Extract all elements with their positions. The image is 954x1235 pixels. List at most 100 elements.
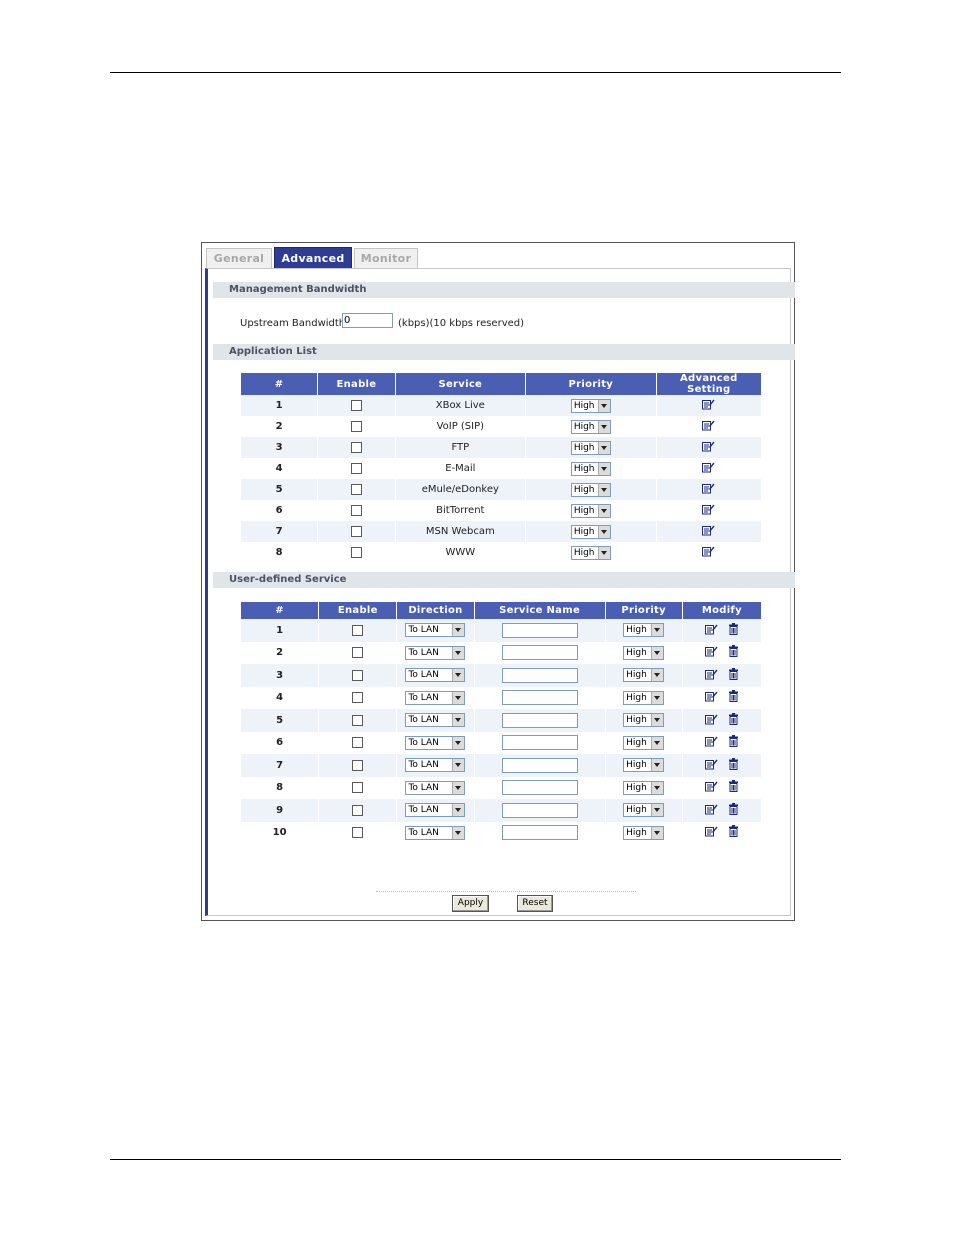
edit-icon[interactable] [702,461,715,476]
priority-select[interactable]: High [623,713,665,728]
service-name-input[interactable] [501,645,578,661]
priority-select[interactable]: High [570,461,611,476]
enable-checkbox[interactable] [350,504,362,516]
trash-icon[interactable] [728,735,739,750]
priority-select[interactable]: High [623,758,665,773]
tab-general[interactable]: General [206,248,272,268]
enable-checkbox[interactable] [350,441,362,453]
direction-select[interactable]: To LAN [405,758,466,773]
chevron-down-icon [597,546,610,559]
enable-checkbox[interactable] [352,692,364,703]
enable-checkbox[interactable] [352,827,364,838]
upstream-bandwidth-input[interactable]: 0 [342,313,393,328]
col-enable: Enable [318,373,395,395]
edit-icon[interactable] [705,825,718,840]
col-service: Service [395,373,526,395]
enable-checkbox[interactable] [352,669,364,681]
chevron-down-icon [597,525,610,538]
priority-select[interactable]: High [623,735,665,750]
service-name-input[interactable] [501,690,578,706]
edit-icon[interactable] [705,780,718,795]
enable-checkbox[interactable] [352,624,364,636]
edit-icon[interactable] [702,419,715,434]
enable-checkbox[interactable] [350,525,362,537]
priority-select[interactable]: High [570,440,611,455]
service-name: VoIP (SIP) [436,421,485,432]
direction-select[interactable]: To LAN [405,623,466,638]
priority-select[interactable]: High [570,482,611,497]
table-row: 2 To LAN High [241,641,761,664]
edit-icon[interactable] [705,735,718,750]
edit-icon[interactable] [702,398,715,413]
service-name-input[interactable] [501,735,578,751]
tab-monitor[interactable]: Monitor [354,248,418,268]
trash-icon[interactable] [728,690,739,705]
enable-checkbox[interactable] [350,483,362,495]
priority-select[interactable]: High [623,803,665,818]
enable-checkbox[interactable] [352,782,364,793]
enable-checkbox[interactable] [352,647,364,658]
chevron-down-icon [452,759,465,772]
service-name-input[interactable] [501,757,578,773]
edit-icon[interactable] [702,440,715,455]
edit-icon[interactable] [705,645,718,660]
service-name-input[interactable] [501,780,578,796]
edit-icon[interactable] [702,524,715,539]
priority-select[interactable]: High [570,524,611,539]
priority-select[interactable]: High [623,780,665,795]
direction-select[interactable]: To LAN [405,668,466,683]
service-name-input[interactable] [501,667,578,683]
priority-select[interactable]: High [570,419,611,434]
edit-icon[interactable] [702,482,715,497]
direction-select[interactable]: To LAN [405,780,466,795]
service-name-input[interactable] [501,712,578,728]
edit-icon[interactable] [705,803,718,818]
trash-icon[interactable] [728,622,739,638]
service-name-input[interactable] [501,825,578,841]
priority-select[interactable]: High [623,690,665,705]
edit-icon[interactable] [705,690,718,705]
enable-checkbox[interactable] [352,737,364,748]
enable-checkbox[interactable] [350,420,362,432]
direction-select[interactable]: To LAN [405,825,466,840]
enable-checkbox[interactable] [350,546,362,558]
enable-checkbox[interactable] [352,759,364,771]
trash-icon[interactable] [728,667,739,683]
trash-icon[interactable] [728,825,739,840]
direction-select[interactable]: To LAN [405,713,466,728]
service-name-input[interactable] [501,622,578,638]
trash-icon[interactable] [728,780,739,795]
priority-select[interactable]: High [623,825,665,840]
direction-select[interactable]: To LAN [405,645,466,660]
enable-checkbox[interactable] [350,399,362,411]
edit-icon[interactable] [702,545,715,560]
enable-checkbox[interactable] [350,462,362,474]
edit-icon[interactable] [705,713,718,728]
priority-select[interactable]: High [623,623,665,638]
priority-select[interactable]: High [623,645,665,660]
edit-icon[interactable] [705,623,718,638]
service-name-input[interactable] [501,802,578,818]
trash-icon[interactable] [728,802,739,818]
priority-select[interactable]: High [570,545,611,560]
direction-select[interactable]: To LAN [405,803,466,818]
priority-select[interactable]: High [623,668,665,683]
row-number: 6 [275,505,283,516]
priority-select[interactable]: High [570,503,611,518]
reset-button[interactable]: Reset [517,895,553,912]
edit-icon[interactable] [705,668,718,683]
direction-select[interactable]: To LAN [405,735,466,750]
direction-select[interactable]: To LAN [405,690,466,705]
trash-icon[interactable] [728,645,739,660]
edit-icon[interactable] [702,503,715,518]
trash-icon[interactable] [728,757,739,773]
table-row: 6 BitTorrent High [241,500,761,521]
edit-icon[interactable] [705,758,718,773]
priority-select-value: High [573,463,595,474]
apply-button[interactable]: Apply [452,895,489,912]
enable-checkbox[interactable] [352,714,364,726]
trash-icon[interactable] [728,712,739,728]
tab-advanced[interactable]: Advanced [274,247,352,269]
enable-checkbox[interactable] [352,804,364,816]
priority-select[interactable]: High [570,398,611,413]
